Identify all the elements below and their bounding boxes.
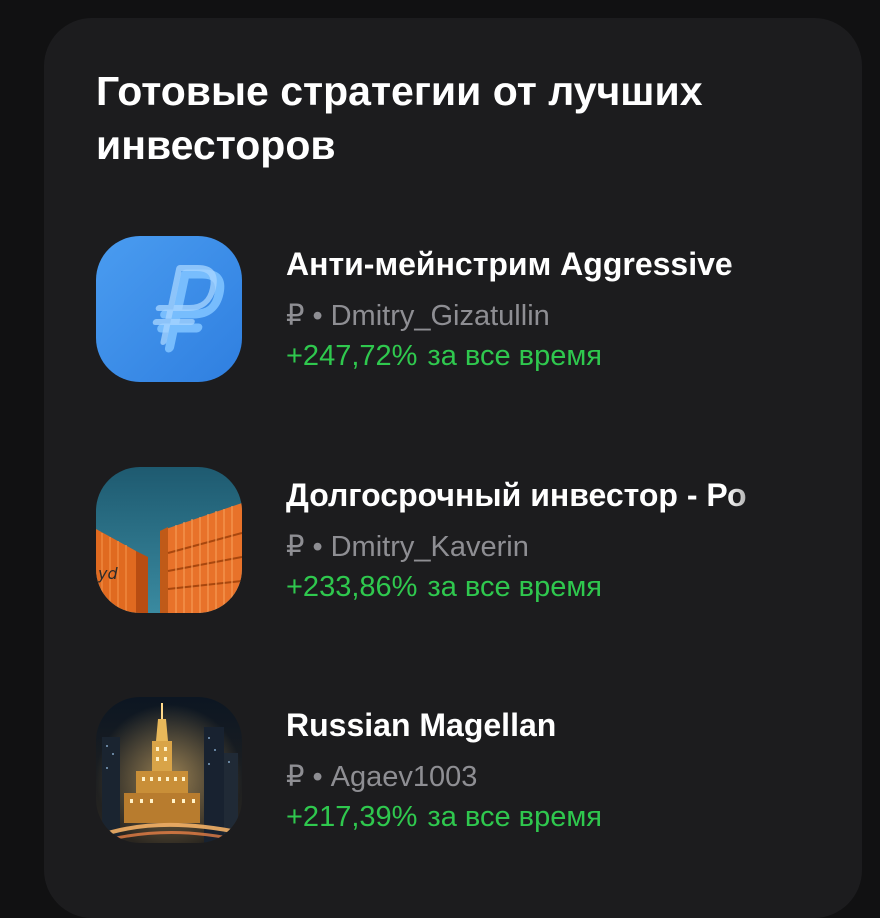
return-value: +217,39% bbox=[286, 801, 418, 833]
strategy-author-line: ₽ • Dmitry_Kaverin bbox=[286, 529, 529, 565]
separator-dot: • bbox=[312, 300, 323, 332]
return-period: за все время bbox=[427, 801, 602, 833]
separator-dot: • bbox=[312, 761, 323, 793]
return-period: за все время bbox=[427, 340, 602, 372]
author-name: Dmitry_Kaverin bbox=[330, 531, 529, 563]
svg-text:yd: yd bbox=[97, 564, 118, 583]
strategy-item-long-term-investor[interactable]: yd Долгосрочный инвестор - Ро ₽ • Dmitry… bbox=[96, 467, 816, 613]
ruble-icon: ₽ bbox=[286, 531, 305, 563]
ruble-icon: ₽ bbox=[286, 761, 305, 793]
strategy-name: Анти-мейнстрим Aggressive bbox=[286, 246, 733, 282]
strategy-author-line: ₽ • Dmitry_Gizatullin bbox=[286, 298, 550, 334]
strategy-item-russian-magellan[interactable]: Russian Magellan ₽ • Agaev1003 +217,39% за … bbox=[96, 697, 816, 843]
section-title: Готовые стратегии от лучших инвесторов bbox=[96, 68, 703, 168]
separator-dot: • bbox=[312, 531, 323, 563]
strategy-item-anti-mainstream[interactable]: Анти-мейнстрим Aggressive ₽ • Dmitry_Gizat… bbox=[96, 236, 816, 382]
moscow-night-image bbox=[96, 697, 242, 843]
strategy-return: +247,72% за все время bbox=[286, 338, 602, 374]
strategy-name: Russian Magellan bbox=[286, 707, 557, 743]
ruble-logo-icon bbox=[96, 236, 242, 382]
return-value: +233,86% bbox=[286, 571, 418, 603]
strategy-author-line: ₽ • Agaev1003 bbox=[286, 759, 477, 795]
return-value: +247,72% bbox=[286, 340, 418, 372]
ruble-icon: ₽ bbox=[286, 300, 305, 332]
return-period: за все время bbox=[427, 571, 602, 603]
shipping-containers-image: yd bbox=[96, 467, 242, 613]
author-name: Dmitry_Gizatullin bbox=[330, 300, 550, 332]
strategy-return: +217,39% за все время bbox=[286, 799, 602, 835]
author-name: Agaev1003 bbox=[330, 761, 478, 793]
strategy-return: +233,86% за все время bbox=[286, 569, 602, 605]
strategy-name: Долгосрочный инвестор - Ро bbox=[286, 477, 747, 513]
